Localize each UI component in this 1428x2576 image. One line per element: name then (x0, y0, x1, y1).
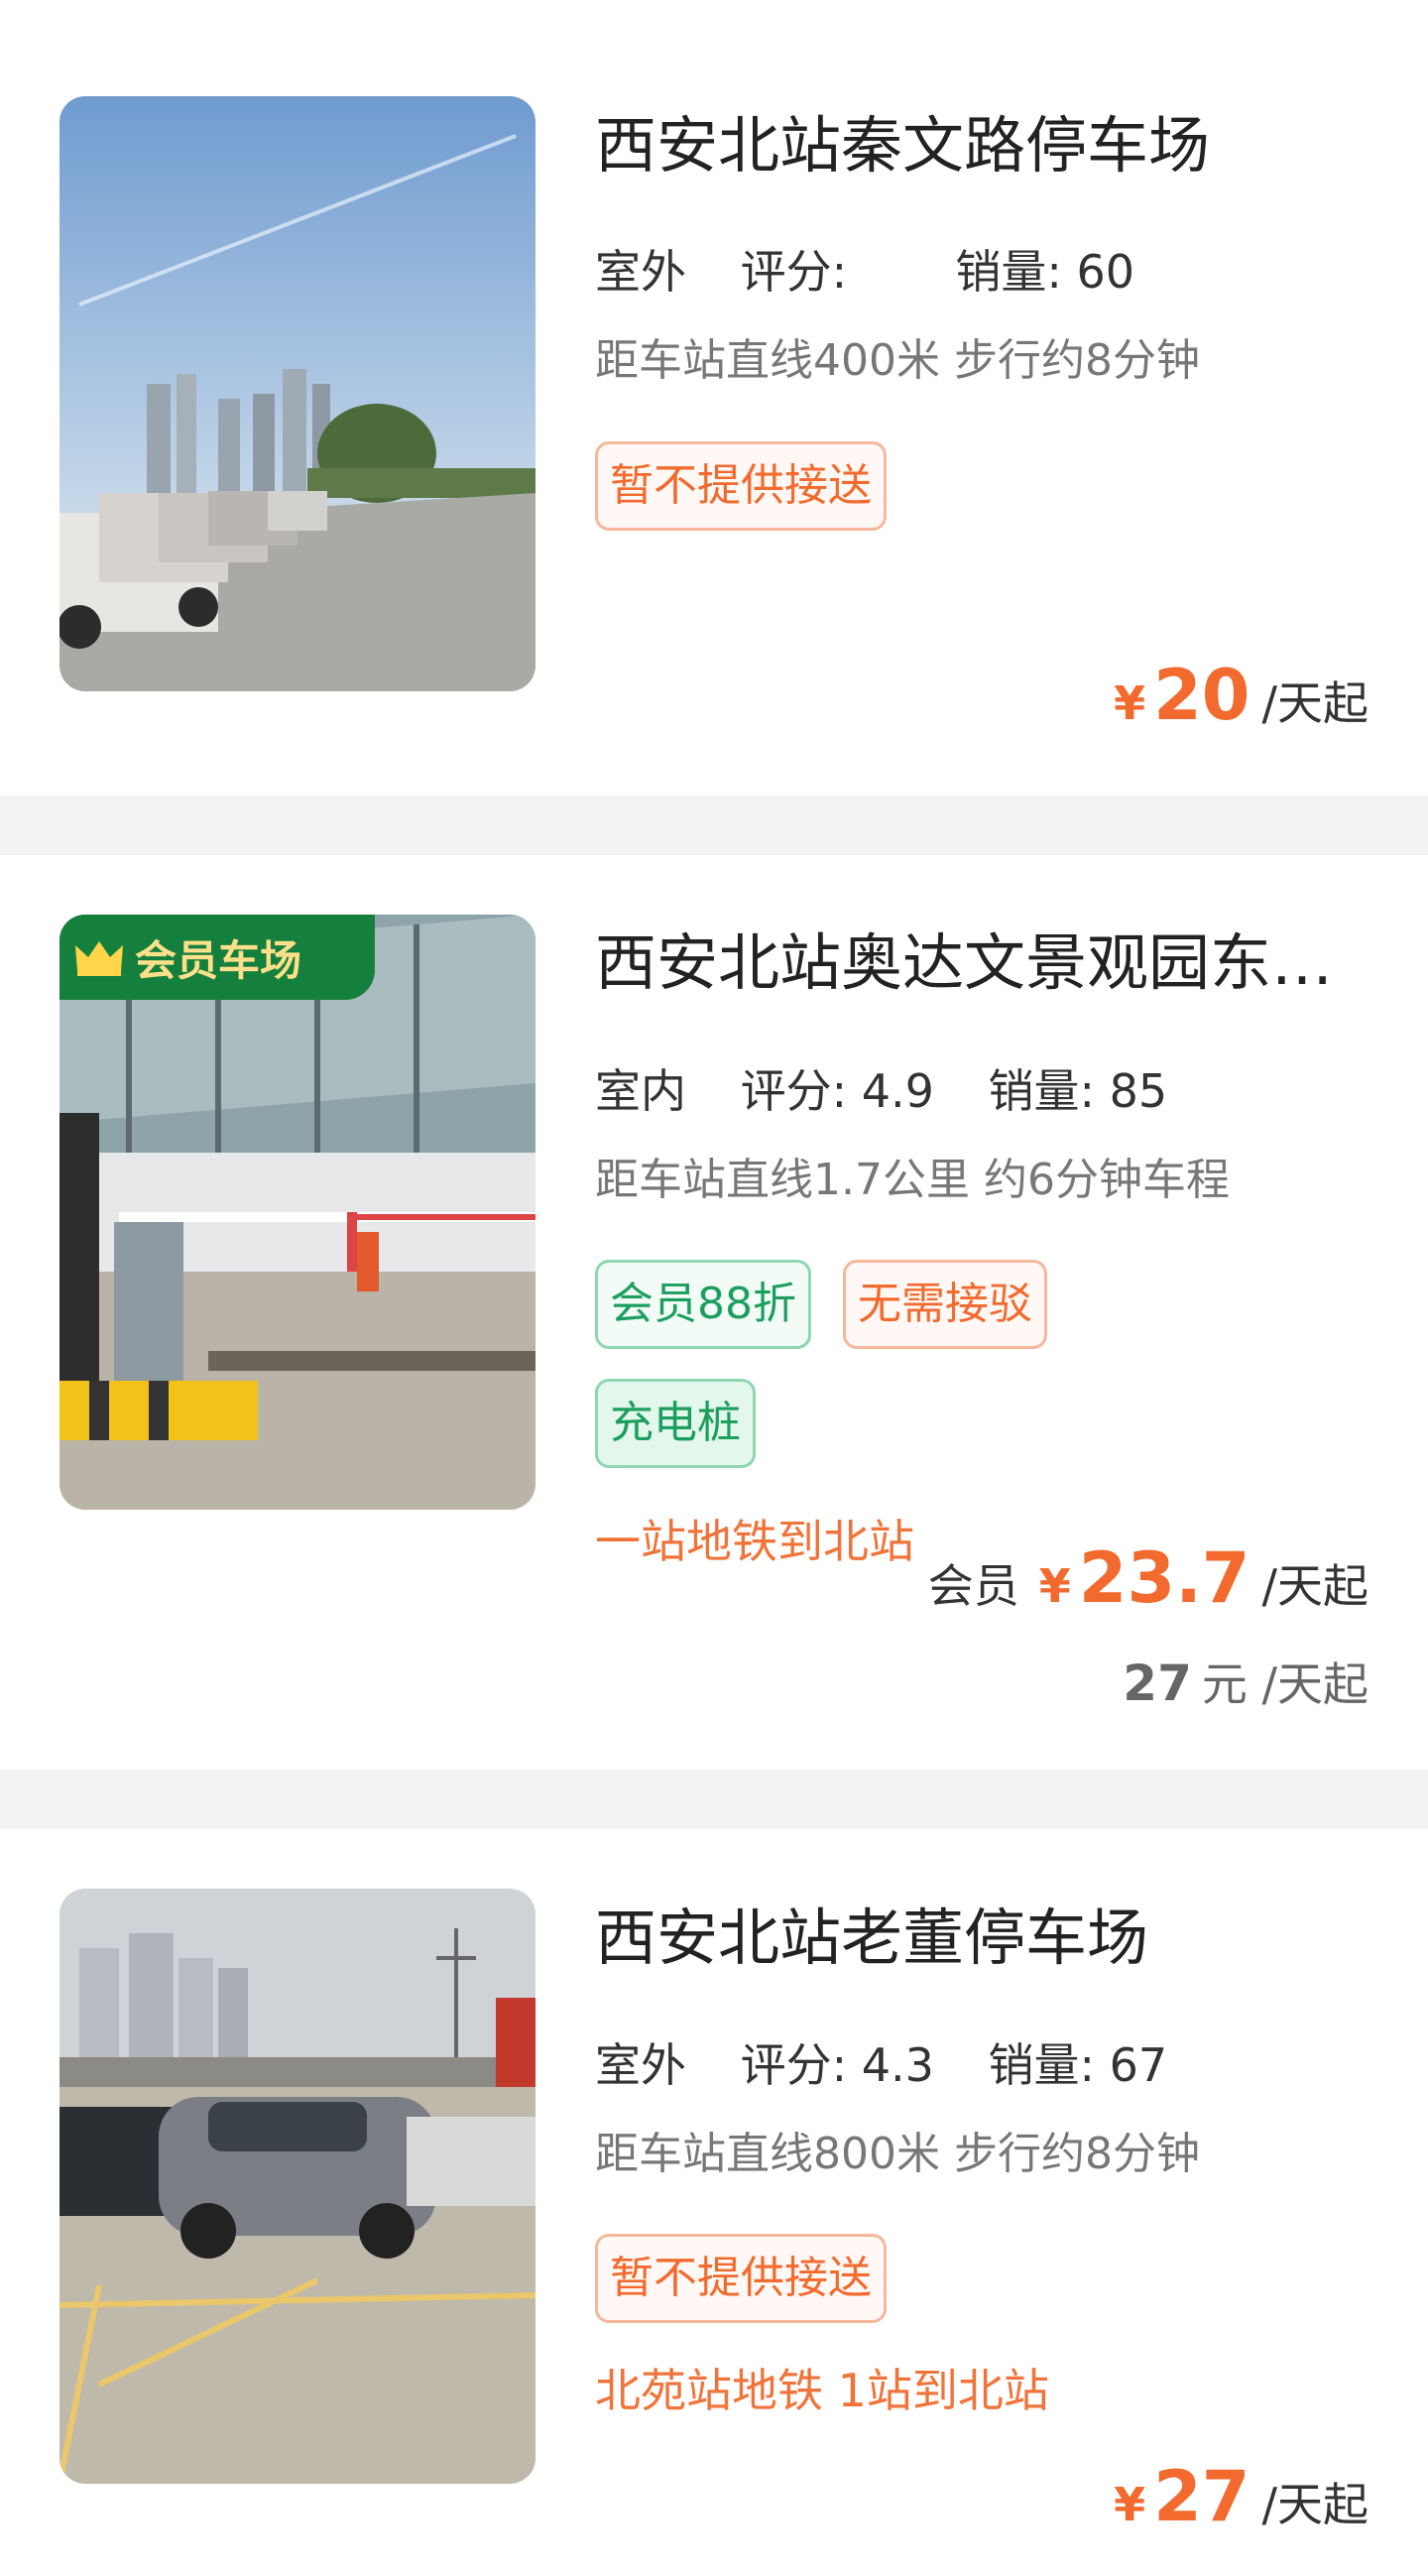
parking-lot-name: 西安北站老董停车场 (595, 1901, 1149, 1974)
metro-info: 一站地铁到北站 (595, 1515, 914, 1568)
tag-no-shuttle: 暂不提供接送 (595, 2234, 887, 2323)
member-price: 会员 ¥23.7/天起 (928, 1537, 1368, 1619)
parking-lot-list: 西安北站秦文路停车场 室外 评分: 销量: 60 距车站直线400米 步行约8分… (0, 0, 1428, 2576)
currency-symbol: ¥ (1114, 2478, 1146, 2531)
tag-no-shuttle: 暂不提供接送 (595, 441, 887, 531)
parking-card-1[interactable]: 西安北站秦文路停车场 室外 评分: 销量: 60 距车站直线400米 步行约8分… (0, 0, 1428, 796)
tag-list: 暂不提供接送 (595, 2234, 1368, 2353)
parking-lot-photo[interactable] (60, 96, 536, 691)
currency-symbol: ¥ (1114, 676, 1146, 730)
original-price-unit: 元 /天起 (1201, 1657, 1368, 1711)
sales-value: 67 (1109, 2037, 1168, 2092)
price-value: 27 (1153, 2456, 1250, 2537)
tag-member-discount: 会员88折 (595, 1260, 811, 1349)
score-value: 4.3 (861, 2037, 934, 2092)
price-unit: /天起 (1261, 676, 1369, 730)
metro-info: 北苑站地铁 1站到北站 (595, 2364, 1049, 2417)
parking-lot-meta: 室外 评分: 销量: 60 (593, 238, 1135, 306)
tag-list: 会员88折 无需接驳 充电桩 (595, 1260, 1368, 1498)
price-unit: /天起 (1261, 1559, 1369, 1613)
parking-card-2[interactable]: 会员车场 西安北站奥达文景观园东… 室内 评分: 4.9 销量: 85 距车站直… (0, 855, 1428, 1770)
tag-charging-pile: 充电桩 (595, 1379, 756, 1468)
distance-info: 距车站直线800米 步行约8分钟 (595, 2129, 1200, 2179)
parking-card-3[interactable]: 西安北站老董停车场 室外 评分: 4.3 销量: 67 距车站直线800米 步行… (0, 1829, 1428, 2576)
member-lot-badge: 会员车场 (60, 915, 375, 1000)
member-price-label: 会员 (927, 1559, 1019, 1613)
sales-label: 销量: (988, 2037, 1096, 2092)
parking-lot-photo[interactable] (60, 1889, 536, 2484)
parking-lot-name: 西安北站奥达文景观园东… (595, 926, 1334, 999)
tag-no-transfer: 无需接驳 (843, 1260, 1047, 1349)
crown-icon (75, 941, 123, 976)
lot-type-badge: 室内 (593, 1061, 690, 1125)
distance-info: 距车站直线1.7公里 约6分钟车程 (595, 1155, 1230, 1205)
distance-info: 距车站直线400米 步行约8分钟 (595, 335, 1200, 386)
original-price-value: 27 (1123, 1655, 1192, 1712)
price-unit: /天起 (1261, 2478, 1369, 2531)
price-value: 23.7 (1078, 1537, 1250, 1619)
price-value: 20 (1153, 655, 1250, 736)
parking-lot-meta: 室内 评分: 4.9 销量: 85 (593, 1057, 1168, 1125)
member-lot-badge-label: 会员车场 (135, 935, 302, 985)
original-price: 27 元 /天起 (1123, 1649, 1368, 1714)
sales-label: 销量: (955, 244, 1062, 299)
parking-lot-photo[interactable]: 会员车场 (60, 915, 536, 1510)
tag-list: 暂不提供接送 (595, 441, 1368, 560)
lot-type-badge: 室外 (593, 242, 690, 306)
score-label: 评分: (740, 2037, 848, 2092)
score-value: 4.9 (861, 1063, 934, 1118)
lot-type-badge: 室外 (593, 2035, 690, 2099)
price: ¥27/天起 (1114, 2456, 1368, 2537)
price: ¥20/天起 (1114, 655, 1368, 736)
parking-lot-meta: 室外 评分: 4.3 销量: 67 (593, 2031, 1168, 2099)
parking-lot-name: 西安北站秦文路停车场 (595, 109, 1211, 182)
score-label: 评分: (740, 244, 848, 299)
sales-value: 85 (1109, 1063, 1168, 1118)
sales-label: 销量: (988, 1063, 1096, 1118)
currency-symbol: ¥ (1038, 1559, 1071, 1613)
score-label: 评分: (740, 1063, 848, 1118)
sales-value: 60 (1076, 244, 1135, 299)
